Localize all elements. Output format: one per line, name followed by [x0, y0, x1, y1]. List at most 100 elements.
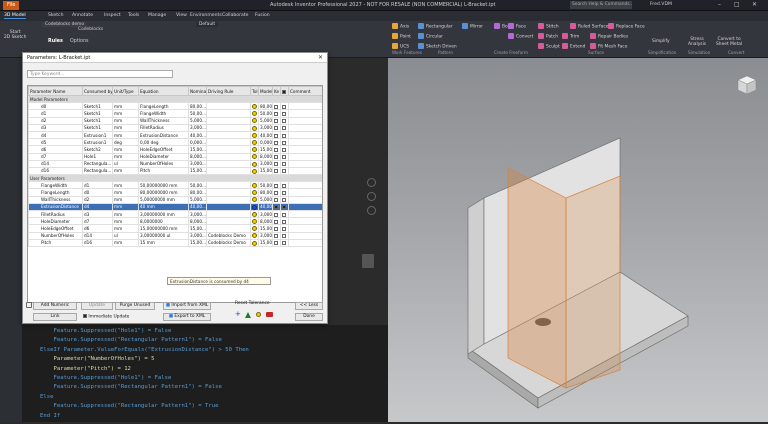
navigation-bar[interactable]	[366, 178, 378, 220]
help-icon[interactable]	[26, 302, 32, 308]
tolerance-cell[interactable]	[250, 109, 259, 118]
key-cell[interactable]	[272, 238, 281, 247]
tab-manage[interactable]: Manage	[148, 13, 166, 18]
export-checkbox[interactable]	[282, 198, 286, 203]
table-row[interactable]: d4 Extrusion1 mm ExtrusionDistance 40,00... 4…	[28, 130, 322, 140]
key-checkbox[interactable]	[274, 140, 278, 145]
table-row[interactable]: d0Sketch1mmFlangeLength80,00...80,00...	[28, 102, 322, 111]
key-checkbox[interactable]	[274, 162, 278, 167]
ucs-button[interactable]: UCS	[392, 43, 409, 50]
convert-button[interactable]: Convert	[508, 33, 533, 40]
key-cell[interactable]	[272, 159, 281, 168]
export-cell[interactable]	[280, 217, 289, 226]
equation-cell[interactable]: 5,00000000 mm	[138, 195, 189, 204]
export-checkbox[interactable]	[282, 126, 286, 131]
tab-annotate[interactable]: Annotate	[72, 13, 93, 18]
tolerance-cell[interactable]	[250, 138, 259, 147]
key-checkbox[interactable]	[274, 147, 278, 152]
maximize-icon[interactable]: □	[734, 1, 740, 8]
export-cell[interactable]	[280, 166, 289, 176]
col-model-value[interactable]: Model V..	[258, 86, 273, 96]
comment-cell[interactable]	[288, 231, 322, 240]
col-driving-rule[interactable]: Driving Rule	[206, 86, 251, 96]
equation-cell[interactable]: HoleEdgeOffset	[138, 145, 189, 154]
tab-3d-model[interactable]: 3D Model	[4, 13, 26, 19]
table-row[interactable]: d3Sketch1mmFilletRadius3,000...3,000...	[28, 123, 322, 132]
tolerance-cell[interactable]	[250, 166, 259, 176]
tab-sketch[interactable]: Sketch	[48, 13, 63, 18]
stitch-button[interactable]: Stitch	[538, 23, 559, 30]
update-button[interactable]: Update	[81, 302, 113, 310]
key-checkbox[interactable]	[274, 183, 278, 188]
comment-cell[interactable]	[288, 238, 322, 247]
repair-bodies-button[interactable]: Repair Bodies	[590, 33, 628, 40]
export-checkbox[interactable]	[282, 155, 286, 160]
tolerance-cell[interactable]	[250, 145, 259, 154]
col-unit-type[interactable]: Unit/Type	[112, 86, 139, 96]
keyword-search-input[interactable]: Type Keyword...	[27, 70, 173, 78]
table-row[interactable]: d5Extrusion1deg0,00 deg0,000...0,000...	[28, 138, 322, 147]
tolerance-minus-icon[interactable]	[266, 312, 273, 317]
export-checkbox[interactable]	[282, 183, 286, 188]
equation-cell[interactable]: 15,00000000 mm	[138, 224, 189, 233]
tolerance-cell[interactable]	[250, 130, 259, 140]
mirror-button[interactable]: Mirror	[462, 23, 483, 30]
export-checkbox[interactable]	[282, 104, 286, 109]
key-cell[interactable]	[272, 166, 281, 176]
comment-cell[interactable]	[288, 181, 322, 190]
tolerance-median-icon[interactable]	[245, 312, 251, 318]
equation-cell[interactable]: 8,0000000	[138, 217, 189, 226]
table-row[interactable]: d16Rectangula...mmPitch15,00...15,00...	[28, 166, 322, 176]
export-all-checkbox[interactable]	[282, 89, 286, 94]
axis-button[interactable]: Axis	[392, 23, 409, 30]
start-2d-sketch-button[interactable]: Start 2D Sketch	[4, 30, 26, 40]
export-cell[interactable]	[280, 231, 289, 240]
export-checkbox[interactable]	[282, 162, 286, 167]
equation-cell[interactable]: Pitch	[138, 166, 189, 176]
replace-face-button[interactable]: Replace Face	[608, 23, 645, 30]
key-checkbox[interactable]	[274, 212, 278, 217]
tab-fusion[interactable]: Fusion	[255, 13, 270, 18]
comment-cell[interactable]	[288, 130, 322, 140]
key-cell[interactable]	[272, 224, 281, 233]
link-button[interactable]: Link	[33, 313, 77, 321]
key-cell[interactable]	[272, 116, 281, 125]
export-cell[interactable]	[280, 238, 289, 247]
tolerance-cell[interactable]	[250, 152, 259, 161]
equation-cell[interactable]: FlangeLength	[138, 102, 189, 111]
table-row[interactable]: WallThickness d2 mm 5,00000000 mm 5,000... 5,…	[28, 195, 322, 204]
export-checkbox[interactable]	[282, 140, 286, 145]
export-cell[interactable]	[280, 138, 289, 147]
tolerance-cell[interactable]	[250, 224, 259, 233]
key-checkbox[interactable]	[274, 191, 278, 196]
export-cell[interactable]	[280, 116, 289, 125]
equation-cell[interactable]: 50,00000000 mm	[138, 181, 189, 190]
export-cell[interactable]	[280, 195, 289, 204]
user-parameters-section[interactable]: User Parameters	[28, 174, 322, 183]
less-button[interactable]: << Less	[295, 302, 323, 310]
export-cell[interactable]	[280, 202, 289, 212]
export-checkbox[interactable]	[282, 119, 286, 124]
rectangular-pattern-button[interactable]: Rectangular	[418, 23, 452, 30]
key-cell[interactable]	[272, 102, 281, 111]
export-checkbox[interactable]	[282, 111, 286, 116]
key-checkbox[interactable]	[274, 155, 278, 160]
table-row[interactable]: d7Hole1mmHoleDiameter8,000...8,000...	[28, 152, 322, 161]
key-cell[interactable]	[272, 188, 281, 197]
key-checkbox[interactable]	[274, 241, 278, 246]
tab-environments[interactable]: Environments	[190, 13, 222, 18]
ruled-surface-button[interactable]: Ruled Surface	[570, 23, 608, 30]
col-equation[interactable]: Equation	[138, 86, 189, 96]
comment-cell[interactable]	[288, 159, 322, 168]
tolerance-cell[interactable]	[250, 238, 259, 247]
comment-cell[interactable]	[288, 195, 322, 204]
export-checkbox[interactable]	[282, 169, 286, 174]
export-checkbox[interactable]	[282, 234, 286, 239]
equation-cell[interactable]: NumberOfHoles	[138, 159, 189, 168]
tolerance-cell[interactable]	[250, 217, 259, 226]
export-checkbox[interactable]	[282, 133, 286, 138]
table-row[interactable]: FilletRadius d3 mm 3,00000000 mm 3,000... 3,0…	[28, 209, 322, 219]
model-parameters-section[interactable]: Model Parameters	[28, 94, 322, 104]
key-checkbox[interactable]	[274, 219, 278, 224]
purge-unused-button[interactable]: Purge Unused	[115, 302, 155, 310]
